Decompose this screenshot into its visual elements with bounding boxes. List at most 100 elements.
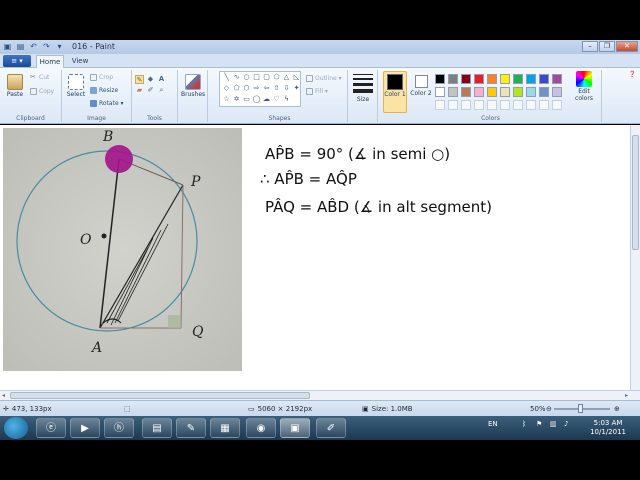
copy-button[interactable]: Copy bbox=[30, 88, 54, 95]
right-triangle-shape-icon[interactable]: ◺ bbox=[292, 73, 301, 83]
text-icon[interactable]: A bbox=[157, 75, 166, 84]
size-button[interactable]: Size bbox=[352, 74, 374, 103]
magnifier-icon[interactable]: ⌕ bbox=[157, 86, 166, 95]
notes-taskbar-icon[interactable]: ✎ bbox=[176, 418, 206, 438]
diamond-shape-icon[interactable]: ◇ bbox=[222, 84, 231, 94]
palette-color-swatch[interactable] bbox=[474, 74, 484, 84]
palette-color-swatch[interactable] bbox=[552, 87, 562, 97]
horizontal-scroll-thumb[interactable] bbox=[10, 392, 310, 399]
oval-shape-icon[interactable]: ○ bbox=[242, 73, 251, 83]
customize-qat-icon[interactable]: ▾ bbox=[55, 42, 64, 51]
shapes-gallery[interactable]: ╲ ∿ ○ □ ▢ ⬠ △ ◺ ◇ ⬠ ⬡ ⇨ ⇦ ⇧ ⇩ ✦ ☆ ✡ ▭ ◯ … bbox=[219, 71, 301, 107]
ie-taskbar-icon[interactable]: ⓔ bbox=[36, 418, 66, 438]
custom-color-slot[interactable] bbox=[539, 100, 549, 110]
custom-color-slot[interactable] bbox=[552, 100, 562, 110]
hexagon-shape-icon[interactable]: ⬡ bbox=[242, 84, 251, 94]
up-arrow-shape-icon[interactable]: ⇧ bbox=[272, 84, 281, 94]
custom-color-slot[interactable] bbox=[461, 100, 471, 110]
left-arrow-shape-icon[interactable]: ⇦ bbox=[262, 84, 271, 94]
triangle-shape-icon[interactable]: △ bbox=[282, 73, 291, 83]
color2-button[interactable]: Color 2 bbox=[410, 71, 432, 97]
brush-taskbar-icon[interactable]: ✐ bbox=[316, 418, 346, 438]
redo-icon[interactable]: ↷ bbox=[42, 42, 51, 51]
ribbon-help-icon[interactable]: ❓ bbox=[629, 71, 636, 78]
palette-color-swatch[interactable] bbox=[513, 74, 523, 84]
resize-button[interactable]: Resize bbox=[90, 87, 118, 94]
four-point-star-shape-icon[interactable]: ✦ bbox=[292, 84, 301, 94]
palette-color-swatch[interactable] bbox=[526, 87, 536, 97]
color-picker-icon[interactable]: ✐ bbox=[146, 86, 155, 95]
lightning-shape-icon[interactable]: ϟ bbox=[282, 95, 291, 105]
rounded-rectangle-shape-icon[interactable]: ▢ bbox=[262, 73, 271, 83]
palette-color-swatch[interactable] bbox=[435, 87, 445, 97]
paint-taskbar-icon[interactable]: ▣ bbox=[280, 418, 310, 438]
horizontal-scrollbar[interactable]: ◂ ▸ bbox=[0, 390, 640, 400]
save-icon[interactable]: ▤ bbox=[16, 42, 25, 51]
app-taskbar-icon[interactable]: ◉ bbox=[246, 418, 276, 438]
eraser-icon[interactable]: ▰ bbox=[135, 86, 144, 95]
palette-color-swatch[interactable] bbox=[461, 87, 471, 97]
start-button[interactable] bbox=[4, 417, 28, 439]
tab-view[interactable]: View bbox=[66, 55, 94, 68]
tab-home[interactable]: Home bbox=[36, 55, 64, 68]
custom-color-slot[interactable] bbox=[474, 100, 484, 110]
brushes-button[interactable]: Brushes bbox=[181, 74, 205, 98]
close-button[interactable]: ✕ bbox=[616, 41, 638, 52]
palette-color-swatch[interactable] bbox=[500, 87, 510, 97]
sticky-notes-taskbar-icon[interactable]: ▦ bbox=[210, 418, 240, 438]
outline-button[interactable]: Outline ▾ bbox=[306, 75, 342, 82]
paste-button[interactable]: Paste bbox=[5, 74, 25, 98]
oval-callout-shape-icon[interactable]: ◯ bbox=[252, 95, 261, 105]
select-button[interactable]: Select bbox=[65, 74, 87, 98]
fill-button[interactable]: Fill ▾ bbox=[306, 88, 328, 95]
palette-color-swatch[interactable] bbox=[448, 74, 458, 84]
down-arrow-shape-icon[interactable]: ⇩ bbox=[282, 84, 291, 94]
explorer-taskbar-icon[interactable]: ▤ bbox=[142, 418, 172, 438]
custom-color-slot[interactable] bbox=[435, 100, 445, 110]
palette-color-swatch[interactable] bbox=[552, 74, 562, 84]
crop-button[interactable]: Crop bbox=[90, 74, 113, 81]
scroll-right-icon[interactable]: ▸ bbox=[625, 392, 628, 399]
palette-color-swatch[interactable] bbox=[513, 87, 523, 97]
canvas[interactable]: B P O A Q AP̂B = 90° (∡ in semi ○) ∴ AP̂… bbox=[0, 125, 630, 390]
vertical-scroll-thumb[interactable] bbox=[632, 135, 639, 250]
maximize-button[interactable]: ❐ bbox=[599, 41, 615, 52]
rotate-button[interactable]: Rotate ▾ bbox=[90, 100, 124, 107]
flag-icon[interactable]: ⚑ bbox=[536, 420, 542, 428]
rounded-callout-shape-icon[interactable]: ▭ bbox=[242, 95, 251, 105]
volume-icon[interactable]: ♪ bbox=[564, 420, 568, 428]
scroll-left-icon[interactable]: ◂ bbox=[2, 392, 5, 399]
language-indicator[interactable]: EN bbox=[488, 420, 498, 428]
palette-color-swatch[interactable] bbox=[539, 74, 549, 84]
paint-menu-button[interactable]: ≡ ▾ bbox=[3, 55, 31, 67]
palette-color-swatch[interactable] bbox=[526, 74, 536, 84]
pentagon-shape-icon[interactable]: ⬠ bbox=[232, 84, 241, 94]
heart-shape-icon[interactable]: ♡ bbox=[272, 95, 281, 105]
palette-color-swatch[interactable] bbox=[539, 87, 549, 97]
zoom-in-button[interactable]: ⊕ bbox=[614, 405, 620, 413]
line-shape-icon[interactable]: ╲ bbox=[222, 73, 231, 83]
clock[interactable]: 5:03 AM 10/1/2011 bbox=[590, 419, 626, 437]
vertical-scrollbar[interactable] bbox=[630, 125, 640, 390]
cut-button[interactable]: ✂ Cut bbox=[30, 74, 49, 82]
color1-button[interactable]: Color 1 bbox=[383, 71, 407, 113]
cloud-callout-shape-icon[interactable]: ☁ bbox=[262, 95, 271, 105]
zoom-out-button[interactable]: ⊖ bbox=[546, 405, 552, 413]
right-arrow-shape-icon[interactable]: ⇨ bbox=[252, 84, 261, 94]
rectangle-shape-icon[interactable]: □ bbox=[252, 73, 261, 83]
custom-color-slot[interactable] bbox=[513, 100, 523, 110]
palette-color-swatch[interactable] bbox=[435, 74, 445, 84]
fill-bucket-icon[interactable]: ◆ bbox=[146, 75, 155, 84]
media-player-taskbar-icon[interactable]: ▶ bbox=[70, 418, 100, 438]
bluetooth-icon[interactable]: ᛒ bbox=[522, 420, 526, 428]
palette-color-swatch[interactable] bbox=[448, 87, 458, 97]
custom-color-slot[interactable] bbox=[526, 100, 536, 110]
palette-color-swatch[interactable] bbox=[474, 87, 484, 97]
palette-color-swatch[interactable] bbox=[500, 74, 510, 84]
five-point-star-shape-icon[interactable]: ☆ bbox=[222, 95, 231, 105]
undo-icon[interactable]: ↶ bbox=[29, 42, 38, 51]
zoom-slider-knob[interactable] bbox=[578, 404, 583, 413]
pencil-icon[interactable]: ✎ bbox=[135, 75, 144, 84]
six-point-star-shape-icon[interactable]: ✡ bbox=[232, 95, 241, 105]
polygon-shape-icon[interactable]: ⬠ bbox=[272, 73, 281, 83]
